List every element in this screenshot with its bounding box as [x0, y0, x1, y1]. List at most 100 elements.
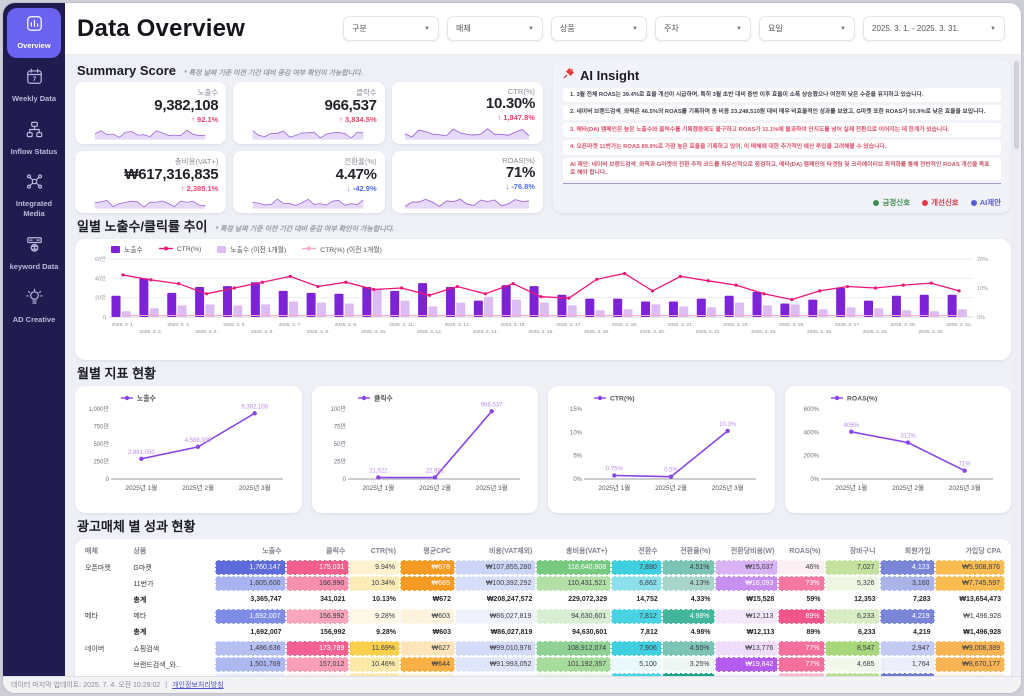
filter-gubun[interactable]: 구분 ▼	[343, 16, 439, 41]
svg-text:2025. 3. 8.: 2025. 3. 8.	[307, 329, 330, 335]
daily-combo-chart: 60만40만20만020%10%0%2025. 3. 1.2025. 3. 2.…	[83, 255, 999, 353]
table-cell: 3,365,747	[215, 592, 285, 607]
monthly-line-chart: 클릭수100만75만50만25만021,5222025년 1월22,991202…	[314, 389, 533, 510]
table-cell: ₩86,027,819	[455, 625, 536, 640]
kpi-sparkline	[241, 193, 375, 210]
svg-text:2025. 3. 1.: 2025. 3. 1.	[112, 322, 135, 328]
filter-label: 구분	[352, 23, 367, 34]
legend-label: CTR(%)	[177, 246, 202, 253]
svg-text:750만: 750만	[93, 423, 109, 431]
svg-text:0.5%: 0.5%	[664, 468, 678, 474]
insight-header: AI Insight	[563, 66, 1001, 84]
table-cell: 4.98%	[662, 625, 715, 640]
svg-text:2025. 3. 4.: 2025. 3. 4.	[195, 329, 218, 335]
svg-text:405%: 405%	[843, 423, 859, 429]
column-header: 회원가입	[880, 544, 935, 559]
scrollbar-thumb[interactable]	[1014, 61, 1019, 149]
table-cell: ₩208,247,572	[455, 592, 536, 607]
sidebar-item-keyword-data[interactable]: keyword Data	[7, 229, 61, 279]
lightbulb-icon	[25, 288, 44, 312]
svg-text:2025년 1월: 2025년 1월	[125, 483, 157, 492]
top-row: Summary Score * 특정 날짜 기준 이전 기간 대비 증감 여부 …	[75, 60, 1011, 213]
chevron-down-icon: ▼	[736, 26, 742, 32]
table-cell: ₩16,093	[715, 576, 779, 591]
table-cell: 11번가	[129, 576, 215, 591]
svg-text:15%: 15%	[570, 407, 583, 413]
table-cell: 4,219	[880, 609, 935, 624]
table-cell: 4.55%	[662, 641, 715, 656]
svg-text:600%: 600%	[803, 407, 819, 413]
kpi-sparkline	[83, 193, 217, 210]
svg-text:CTR(%): CTR(%)	[610, 396, 635, 403]
svg-text:2025. 3. 2.: 2025. 3. 2.	[139, 329, 162, 335]
column-header: 상품	[129, 544, 215, 559]
table-row: 브랜드검색_뷰..1,335,949137,72310.31%₩606₩75,9…	[81, 673, 1005, 676]
svg-text:2025. 3. 15.: 2025. 3. 15.	[500, 322, 525, 328]
filter-weekday[interactable]: 요일▼	[759, 16, 855, 41]
kpi-value: 10.30%	[400, 96, 535, 113]
table-cell: 77%	[778, 657, 824, 672]
kpi-sparkline	[400, 191, 534, 210]
table-cell	[81, 657, 129, 672]
table-cell: 메타	[129, 609, 215, 624]
table-body: 오픈마켓G마켓1,760,147175,0319.94%₩678₩107,855…	[81, 560, 1005, 676]
table-cell: 총계	[129, 625, 215, 640]
svg-text:2025년 2월: 2025년 2월	[655, 483, 687, 492]
table-cell: ₩13,654,473	[935, 592, 1005, 607]
table-cell: 110,431,521	[536, 576, 611, 591]
table-cell: 메타	[81, 609, 129, 624]
filter-media[interactable]: 매체▼	[447, 16, 543, 41]
kpi-card-grid: 노출수9,382,108↑ 92.1%클릭수966,537↑ 3,834.5%C…	[75, 82, 543, 213]
kpi-card-roas: ROAS(%)71%↓ -76.8%	[392, 151, 543, 213]
kpi-sparkline	[83, 124, 217, 141]
daily-legend: 노출수CTR(%)노출수 (이전 1개월)CTR(%) (이전 1개월)	[83, 244, 1003, 254]
svg-text:4,588,939: 4,588,939	[185, 438, 212, 444]
table-cell: 4,641	[880, 673, 935, 676]
table-cell: 8,547	[825, 641, 880, 656]
table-cell: 59%	[778, 592, 824, 607]
table-row: 총계3,365,747341,02110.13%₩672₩208,247,572…	[81, 592, 1005, 607]
chevron-down-icon: ▼	[424, 26, 430, 32]
table-cell: 1,486,636	[215, 641, 285, 656]
sidebar-item-label: keyword Data	[10, 262, 59, 272]
svg-text:0%: 0%	[810, 477, 819, 483]
kpi-card-impressions: 노출수9,382,108↑ 92.1%	[75, 82, 226, 144]
svg-text:0%: 0%	[977, 315, 985, 321]
table-cell: 7,812	[611, 625, 662, 640]
sidebar-item-weekly-data[interactable]: 7Weekly Data	[7, 61, 61, 111]
svg-text:2025. 3. 29.: 2025. 3. 29.	[891, 322, 916, 328]
filter-product[interactable]: 상품▼	[551, 16, 647, 41]
table-cell: 10.31%	[349, 673, 400, 676]
filter-week[interactable]: 주차▼	[655, 16, 751, 41]
svg-text:2025년 1월: 2025년 1월	[598, 483, 630, 492]
privacy-link[interactable]: 개인정보처리방침	[172, 680, 224, 690]
bar-chart-icon	[25, 14, 44, 38]
sidebar-item-overview[interactable]: Overview	[7, 8, 61, 58]
monthly-title: 월별 지표 현황	[77, 363, 156, 382]
flow-icon	[25, 120, 44, 144]
table-cell: 166,990	[286, 576, 350, 591]
svg-text:200%: 200%	[803, 454, 819, 460]
filter-label: 요일	[768, 23, 783, 34]
chevron-down-icon: ▼	[632, 26, 638, 32]
sidebar-item-integrated-media[interactable]: Integrated Media	[7, 166, 61, 226]
table-cell: 1,692,007	[215, 625, 285, 640]
keyboard-brain-icon	[25, 235, 44, 259]
table-cell: 89%	[778, 625, 824, 640]
svg-text:966,537: 966,537	[480, 402, 502, 408]
svg-text:2025. 3. 21.: 2025. 3. 21.	[668, 322, 693, 328]
svg-text:2025. 3. 28.: 2025. 3. 28.	[863, 329, 888, 335]
table-row: 총계1,692,007156,9929.28%₩603₩86,027,81994…	[81, 625, 1005, 640]
kpi-sparkline	[241, 124, 375, 141]
scrollbar[interactable]	[1013, 59, 1020, 674]
sidebar-item-label: Inflow Status	[11, 147, 58, 157]
table-cell: 1,605,600	[215, 576, 285, 591]
svg-text:2025년 2월: 2025년 2월	[182, 483, 214, 492]
ai-insight-panel: AI Insight 1. 3월 전체 ROAS는 39.4%로 효율 개선이 …	[553, 60, 1011, 213]
column-header: 비용(VAT제외)	[455, 544, 536, 559]
sidebar-item-inflow-status[interactable]: Inflow Status	[7, 114, 61, 164]
svg-text:0: 0	[106, 477, 110, 483]
legend-item: CTR(%)	[159, 245, 202, 254]
filter-date-range[interactable]: 2025. 3. 1. - 2025. 3. 31.▼	[863, 16, 1005, 41]
sidebar-item-ad-creative[interactable]: AD Creative	[7, 282, 61, 332]
